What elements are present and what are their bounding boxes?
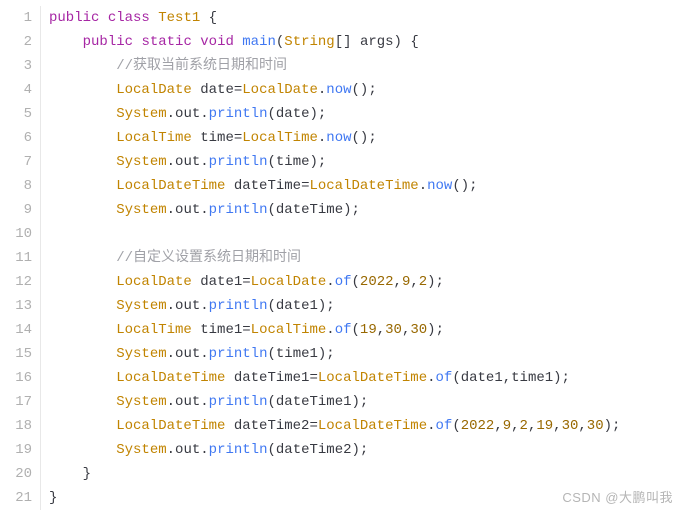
line-number: 4 (0, 78, 32, 102)
line-number: 19 (0, 438, 32, 462)
line-number: 12 (0, 270, 32, 294)
code-line: System.out.println(time1); (49, 342, 687, 366)
line-number: 16 (0, 366, 32, 390)
code-line: LocalDateTime dateTime=LocalDateTime.now… (49, 174, 687, 198)
code-line: } (49, 462, 687, 486)
code-line: public class Test1 { (49, 6, 687, 30)
line-number: 18 (0, 414, 32, 438)
line-number: 2 (0, 30, 32, 54)
code-line: System.out.println(date); (49, 102, 687, 126)
line-number: 9 (0, 198, 32, 222)
line-number: 7 (0, 150, 32, 174)
watermark-text: CSDN @大鹏叫我 (562, 487, 673, 506)
code-line: LocalDate date=LocalDate.now(); (49, 78, 687, 102)
line-number: 11 (0, 246, 32, 270)
code-line: LocalTime time1=LocalTime.of(19,30,30); (49, 318, 687, 342)
code-line: System.out.println(dateTime1); (49, 390, 687, 414)
line-number: 17 (0, 390, 32, 414)
line-number: 20 (0, 462, 32, 486)
code-line: System.out.println(dateTime); (49, 198, 687, 222)
code-line: LocalDateTime dateTime1=LocalDateTime.of… (49, 366, 687, 390)
line-number: 3 (0, 54, 32, 78)
line-number: 15 (0, 342, 32, 366)
code-line: System.out.println(time); (49, 150, 687, 174)
line-number: 8 (0, 174, 32, 198)
code-area: public class Test1 { public static void … (40, 6, 687, 510)
code-line: public static void main(String[] args) { (49, 30, 687, 54)
line-number-gutter: 1 2 3 4 5 6 7 8 9 10 11 12 13 14 15 16 1… (0, 6, 40, 510)
line-number: 14 (0, 318, 32, 342)
code-line: LocalTime time=LocalTime.now(); (49, 126, 687, 150)
code-line: System.out.println(date1); (49, 294, 687, 318)
code-line: //自定义设置系统日期和时间 (49, 246, 687, 270)
line-number: 13 (0, 294, 32, 318)
code-line: LocalDateTime dateTime2=LocalDateTime.of… (49, 414, 687, 438)
line-number: 5 (0, 102, 32, 126)
line-number: 21 (0, 486, 32, 510)
line-number: 10 (0, 222, 32, 246)
code-line: System.out.println(dateTime2); (49, 438, 687, 462)
code-line (49, 222, 687, 246)
code-line: //获取当前系统日期和时间 (49, 54, 687, 78)
line-number: 6 (0, 126, 32, 150)
line-number: 1 (0, 6, 32, 30)
code-line: LocalDate date1=LocalDate.of(2022,9,2); (49, 270, 687, 294)
code-editor: 1 2 3 4 5 6 7 8 9 10 11 12 13 14 15 16 1… (0, 0, 687, 510)
